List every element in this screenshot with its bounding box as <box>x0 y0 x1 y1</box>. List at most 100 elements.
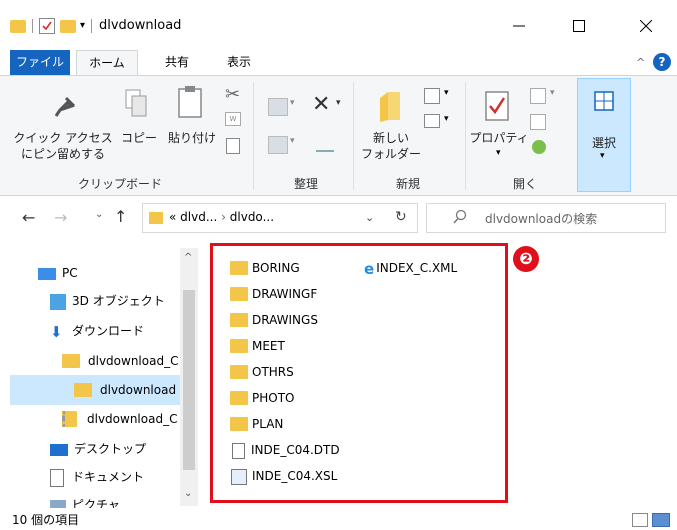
group-separator <box>353 82 354 190</box>
pictures-icon <box>50 499 66 508</box>
folder-icon[interactable] <box>10 20 26 33</box>
paste-shortcut-icon[interactable] <box>226 138 240 154</box>
qat-separator <box>32 19 33 33</box>
nav-item-desktop[interactable]: デスクトップ <box>50 436 146 462</box>
new-folder-label-2: フォルダー <box>360 147 421 161</box>
maximize-button[interactable] <box>557 11 601 41</box>
nav-label: ダウンロード <box>72 324 145 338</box>
cut-icon[interactable]: ✂ <box>225 84 240 105</box>
move-to-icon[interactable] <box>268 98 288 116</box>
qat-dropdown-icon[interactable]: ▾ <box>80 20 85 31</box>
highlight-box <box>210 243 508 503</box>
breadcrumb-overflow[interactable]: « <box>169 210 176 224</box>
details-view-icon[interactable] <box>632 513 648 527</box>
breadcrumb: « dlvd... › dlvdo... <box>169 210 274 224</box>
copy-button[interactable]: コピー <box>120 130 158 146</box>
new-folder-label-1: 新しい <box>372 131 409 145</box>
nav-item-documents[interactable]: ドキュメント <box>50 464 144 490</box>
clipboard-group-label: クリップボード <box>77 177 162 191</box>
tab-share[interactable]: 共有 <box>152 50 202 76</box>
search-placeholder: dlvdownloadの検索 <box>485 212 598 226</box>
nav-label: ドキュメント <box>72 470 145 484</box>
breadcrumb-separator[interactable]: › <box>221 210 226 224</box>
address-bar[interactable]: « dlvd... › dlvdo... ⌄ ↻ <box>142 203 418 233</box>
new-folder-icon[interactable] <box>60 20 76 33</box>
new-folder-button[interactable]: 新しい フォルダー <box>358 130 424 162</box>
chevron-down-icon: ▾ <box>444 88 449 98</box>
window-title: dlvdownload <box>99 18 182 33</box>
chevron-down-icon: ▾ <box>600 151 605 161</box>
title-bar: ▾ dlvdownload <box>0 0 677 56</box>
pin-quick-access-button[interactable]: クイック アクセス にピン留めする <box>4 130 122 162</box>
up-button[interactable]: ↑ <box>114 207 127 226</box>
nav-label: デスクトップ <box>74 442 147 456</box>
edit-icon[interactable] <box>530 114 546 130</box>
collapse-ribbon-icon[interactable]: ^ <box>636 56 645 69</box>
nav-item-zip-folder[interactable]: dlvdownload_C <box>62 406 177 432</box>
nav-item-downloads[interactable]: ⬇ ダウンロード <box>50 318 144 344</box>
scrollbar-thumb[interactable] <box>183 290 195 470</box>
back-button[interactable]: ← <box>22 208 35 227</box>
chevron-down-icon: ▾ <box>290 136 295 146</box>
paste-icon <box>176 84 206 123</box>
close-button[interactable] <box>624 11 668 41</box>
pin-label-1: クイック アクセス <box>13 131 113 145</box>
nav-label: dlvdownload_C <box>87 412 178 426</box>
address-dropdown-icon[interactable]: ⌄ <box>365 211 374 224</box>
copy-path-icon[interactable]: W <box>225 112 241 126</box>
documents-icon <box>50 468 64 487</box>
pc-icon <box>38 267 56 280</box>
tab-home[interactable]: ホーム <box>76 50 138 76</box>
forward-button[interactable]: → <box>54 208 67 227</box>
open-group-label: 開く <box>512 177 537 191</box>
copy-to-icon[interactable] <box>268 136 288 154</box>
easy-access-icon[interactable] <box>424 114 440 128</box>
chevron-down-icon: ▾ <box>550 88 555 98</box>
nav-scrollbar[interactable]: ^ ⌄ <box>180 248 198 506</box>
new-folder-icon <box>378 90 404 127</box>
ribbon-tabs: ファイル ホーム 共有 表示 ^ ? <box>0 50 677 76</box>
minimize-button[interactable] <box>497 11 541 41</box>
status-bar: 10 個の項目 <box>0 510 677 530</box>
title-separator <box>91 19 92 33</box>
properties-check-icon <box>484 90 512 125</box>
search-box[interactable]: dlvdownloadの検索 <box>426 203 666 233</box>
rename-icon[interactable] <box>316 136 334 152</box>
scroll-up-icon[interactable]: ^ <box>184 252 192 263</box>
nav-item-3d-objects[interactable]: 3D オブジェクト <box>50 288 165 314</box>
navigation-pane: PC 3D オブジェクト ⬇ ダウンロード dlvdownload_C dlvdo… <box>0 248 198 508</box>
open-icon[interactable] <box>530 88 546 104</box>
select-button[interactable]: 選択 ▾ <box>577 78 631 192</box>
organize-group-label: 整理 <box>293 177 318 191</box>
help-icon[interactable]: ? <box>653 53 671 71</box>
search-icon <box>453 209 467 228</box>
breadcrumb-item[interactable]: dlvdo... <box>230 210 274 224</box>
tab-file[interactable]: ファイル <box>10 50 70 76</box>
paste-button[interactable]: 貼り付け <box>164 130 220 146</box>
properties-icon[interactable] <box>39 18 55 34</box>
recent-locations-button[interactable]: ⌄ <box>95 209 103 220</box>
nav-item-pc[interactable]: PC <box>38 260 78 286</box>
new-item-icon[interactable] <box>424 88 440 104</box>
nav-item-pictures[interactable]: ピクチャ <box>50 492 120 508</box>
nav-item-folder[interactable]: dlvdownload_C <box>62 348 178 374</box>
3d-objects-icon <box>50 293 66 310</box>
properties-button[interactable]: プロパティ <box>466 130 532 146</box>
folder-icon <box>74 382 92 397</box>
delete-icon[interactable]: ✕ <box>312 92 330 117</box>
zip-folder-icon <box>62 410 77 427</box>
nav-label: dlvdownload_C <box>88 354 179 368</box>
history-icon[interactable] <box>532 140 546 154</box>
refresh-icon[interactable]: ↻ <box>395 209 407 225</box>
select-grid-icon <box>594 91 614 114</box>
chevron-down-icon: ▾ <box>444 114 449 124</box>
nav-item-current-folder[interactable]: dlvdownload <box>74 377 176 403</box>
folder-icon <box>62 353 80 368</box>
breadcrumb-item[interactable]: dlvd... <box>180 210 217 224</box>
tab-view[interactable]: 表示 <box>214 50 264 76</box>
new-group-label: 新規 <box>395 177 420 191</box>
large-icons-view-icon[interactable] <box>652 513 670 527</box>
nav-label: dlvdownload <box>100 383 177 397</box>
pin-label-2: にピン留めする <box>20 147 105 161</box>
scroll-down-icon[interactable]: ⌄ <box>184 488 192 499</box>
